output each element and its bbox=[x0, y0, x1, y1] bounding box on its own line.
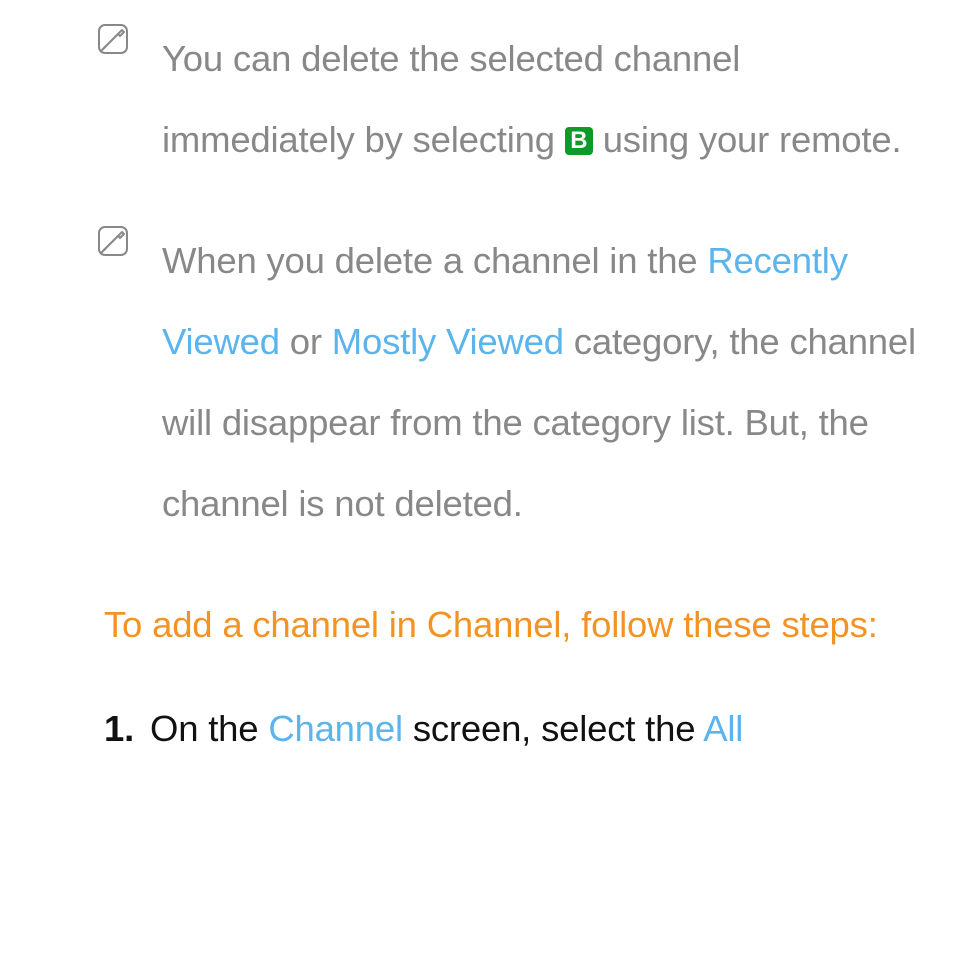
note-text-1: You can delete the selected channel imme… bbox=[162, 18, 934, 180]
note-block-1: You can delete the selected channel imme… bbox=[98, 18, 934, 180]
step-text: On the Channel screen, select the All bbox=[150, 703, 743, 755]
step-1: 1. On the Channel screen, select the All bbox=[104, 703, 934, 755]
ui-term-channel: Channel bbox=[268, 708, 403, 749]
section-heading: To add a channel in Channel, follow thes… bbox=[104, 584, 934, 665]
text-fragment: or bbox=[280, 321, 332, 362]
text-fragment: When you delete a channel in the bbox=[162, 240, 707, 281]
text-fragment: using your remote. bbox=[593, 119, 902, 160]
note-block-2: When you delete a channel in the Recentl… bbox=[98, 220, 934, 544]
note-icon-wrap bbox=[98, 220, 162, 256]
ui-term-mostly-viewed: Mostly Viewed bbox=[332, 321, 564, 362]
document-page: You can delete the selected channel imme… bbox=[0, 0, 954, 755]
step-number: 1. bbox=[104, 703, 150, 755]
note-icon-wrap bbox=[98, 18, 162, 54]
note-icon bbox=[98, 24, 128, 54]
b-button-badge: B bbox=[565, 127, 593, 155]
note-icon bbox=[98, 226, 128, 256]
ui-term-all: All bbox=[703, 708, 743, 749]
note-text-2: When you delete a channel in the Recentl… bbox=[162, 220, 934, 544]
text-fragment: On the bbox=[150, 708, 268, 749]
text-fragment: screen, select the bbox=[403, 708, 703, 749]
